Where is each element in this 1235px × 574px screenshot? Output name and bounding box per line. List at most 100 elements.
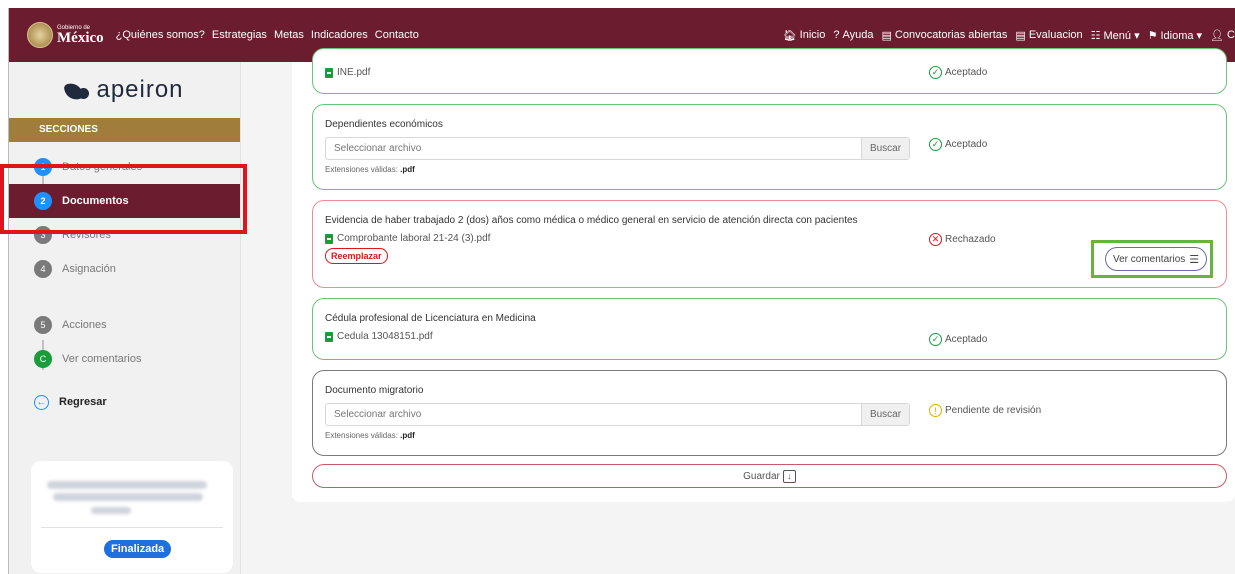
gov-wordmark-big: México bbox=[57, 29, 104, 46]
sidebar: apeiron SECCIONES 1 Datos generales 2 Do… bbox=[9, 62, 241, 574]
step-ver-comentarios[interactable]: C Ver comentarios bbox=[9, 342, 240, 376]
file-input[interactable]: Seleccionar archivo bbox=[326, 138, 861, 159]
nav-right: 🏠︎ Inicio ? Ayuda ▤ Convocatorias abiertas … bbox=[783, 29, 1235, 42]
nav-idioma-dropdown[interactable]: ⚑ Idioma ▾ bbox=[1148, 29, 1202, 42]
gov-logo[interactable]: Gobierno de México bbox=[27, 22, 104, 48]
nav-menu-label: Menú ▾ bbox=[1103, 29, 1140, 42]
x-circle-icon: ✕ bbox=[929, 233, 942, 246]
nav-user[interactable]: 👤︎ C bbox=[1210, 29, 1235, 42]
document-title: Cédula profesional de Licenciatura en Me… bbox=[325, 313, 536, 324]
status-label: Rechazado bbox=[945, 234, 996, 245]
browse-button[interactable]: Buscar bbox=[861, 404, 909, 425]
question-icon: ? bbox=[833, 29, 840, 41]
nav-menu-dropdown[interactable]: ☷ Menú ▾ bbox=[1091, 29, 1140, 42]
status-label: Aceptado bbox=[945, 67, 988, 78]
nav-left: ¿Quiénes somos? Estrategias Metas Indica… bbox=[116, 29, 419, 41]
document-title: Dependientes económicos bbox=[325, 119, 443, 130]
document-icon: ▤ bbox=[1015, 29, 1026, 42]
document-card-ine: INE.pdf ✓ Aceptado bbox=[312, 48, 1227, 94]
back-link[interactable]: ← Regresar bbox=[9, 392, 240, 412]
document-title: Evidencia de haber trabajado 2 (dos) año… bbox=[325, 215, 858, 226]
app-window: Gobierno de México ¿Quiénes somos? Estra… bbox=[8, 8, 1235, 574]
divider bbox=[41, 527, 223, 528]
nav-ayuda-label: Ayuda bbox=[842, 29, 874, 41]
home-icon: 🏠︎ bbox=[782, 29, 797, 42]
status-accepted: ✓ Aceptado bbox=[929, 138, 987, 151]
nav-link-estrategias[interactable]: Estrategias bbox=[212, 29, 267, 41]
file-input-group: Seleccionar archivo Buscar bbox=[325, 137, 910, 160]
status-pending: ! Pendiente de revisión bbox=[929, 404, 1041, 417]
nav-link-quienes-somos[interactable]: ¿Quiénes somos? bbox=[116, 29, 205, 41]
check-circle-icon: ✓ bbox=[929, 138, 942, 151]
valid-extensions: Extensiones válidas: .pdf bbox=[325, 165, 415, 174]
status-accepted: ✓ Aceptado bbox=[929, 333, 987, 346]
brand-name: apeiron bbox=[96, 76, 184, 103]
step-acciones[interactable]: 5 Acciones bbox=[9, 308, 240, 342]
extensions-value: .pdf bbox=[400, 165, 415, 174]
nav-evaluacion[interactable]: ▤ Evaluacion bbox=[1015, 29, 1082, 42]
file-row[interactable]: INE.pdf bbox=[325, 67, 370, 78]
highlight-box-green bbox=[1091, 240, 1213, 278]
extensions-label: Extensiones válidas: bbox=[325, 431, 398, 440]
nav-inicio-label: Inicio bbox=[799, 29, 826, 41]
step-number: 4 bbox=[34, 260, 52, 278]
file-name: Cedula 13048151.pdf bbox=[337, 331, 433, 342]
pdf-file-icon bbox=[325, 67, 333, 78]
file-row[interactable]: Comprobante laboral 21-24 (3).pdf bbox=[325, 233, 490, 244]
extensions-label: Extensiones válidas: bbox=[325, 165, 398, 174]
status-badge: Finalizada bbox=[104, 540, 172, 558]
documents-panel: INE.pdf ✓ Aceptado Dependientes económic… bbox=[292, 48, 1235, 502]
document-card-dependientes: Dependientes económicos Seleccionar arch… bbox=[312, 104, 1227, 190]
document-card-evidencia: Evidencia de haber trabajado 2 (dos) año… bbox=[312, 200, 1227, 288]
save-label: Guardar bbox=[743, 470, 780, 482]
file-name: Comprobante laboral 21-24 (3).pdf bbox=[337, 233, 491, 244]
pdf-file-icon bbox=[325, 233, 333, 244]
nav-link-contacto[interactable]: Contacto bbox=[375, 29, 419, 41]
nav-user-label: C bbox=[1227, 29, 1235, 41]
check-circle-icon: ✓ bbox=[929, 66, 942, 79]
nav-inicio[interactable]: 🏠︎ Inicio bbox=[783, 29, 826, 42]
nav-convocatorias-label: Convocatorias abiertas bbox=[894, 29, 1008, 41]
download-icon: ↓ bbox=[782, 469, 796, 483]
user-card: Finalizada bbox=[31, 461, 233, 573]
step-label: Ver comentarios bbox=[62, 353, 142, 365]
file-name: INE.pdf bbox=[337, 67, 371, 78]
blurred-user-info bbox=[53, 493, 203, 501]
sections-header: SECCIONES bbox=[9, 118, 240, 142]
step-asignacion[interactable]: 4 Asignación bbox=[9, 252, 240, 286]
file-input[interactable]: Seleccionar archivo bbox=[326, 404, 861, 425]
nav-link-indicadores[interactable]: Indicadores bbox=[311, 29, 368, 41]
step-number: 5 bbox=[34, 316, 52, 334]
document-title: Documento migratorio bbox=[325, 385, 424, 396]
replace-button[interactable]: Reemplazar bbox=[325, 248, 388, 264]
blurred-user-info bbox=[47, 481, 207, 489]
highlight-box-red bbox=[0, 164, 247, 234]
pdf-file-icon bbox=[325, 331, 333, 342]
back-label: Regresar bbox=[59, 396, 107, 408]
browse-button[interactable]: Buscar bbox=[861, 138, 909, 159]
file-row[interactable]: Cedula 13048151.pdf bbox=[325, 331, 433, 342]
gov-wordmark: Gobierno de México bbox=[57, 25, 104, 46]
nav-convocatorias[interactable]: ▤ Convocatorias abiertas bbox=[881, 29, 1007, 42]
brand-logo: apeiron bbox=[9, 62, 240, 118]
valid-extensions: Extensiones válidas: .pdf bbox=[325, 431, 415, 440]
nav-link-metas[interactable]: Metas bbox=[274, 29, 304, 41]
document-card-cedula: Cédula profesional de Licenciatura en Me… bbox=[312, 298, 1227, 360]
nav-idioma-label: Idioma ▾ bbox=[1160, 29, 1203, 42]
nav-evaluacion-label: Evaluacion bbox=[1028, 29, 1083, 41]
national-seal-icon bbox=[27, 22, 53, 48]
menu-icon: ☷ bbox=[1090, 29, 1101, 42]
apeiron-logo-icon bbox=[63, 79, 91, 102]
check-circle-icon: ✓ bbox=[929, 333, 942, 346]
nav-ayuda[interactable]: ? Ayuda bbox=[833, 29, 873, 41]
status-accepted: ✓ Aceptado bbox=[929, 66, 987, 79]
document-card-migratorio: Documento migratorio Seleccionar archivo… bbox=[312, 370, 1227, 456]
save-button[interactable]: Guardar ↓ bbox=[312, 464, 1227, 488]
status-label: Pendiente de revisión bbox=[945, 405, 1042, 416]
arrow-left-icon: ← bbox=[34, 394, 49, 410]
blurred-user-info bbox=[91, 507, 131, 514]
extensions-value: .pdf bbox=[400, 431, 415, 440]
status-label: Aceptado bbox=[945, 139, 988, 150]
file-input-group: Seleccionar archivo Buscar bbox=[325, 403, 910, 426]
flag-icon: ⚑ bbox=[1147, 29, 1158, 42]
